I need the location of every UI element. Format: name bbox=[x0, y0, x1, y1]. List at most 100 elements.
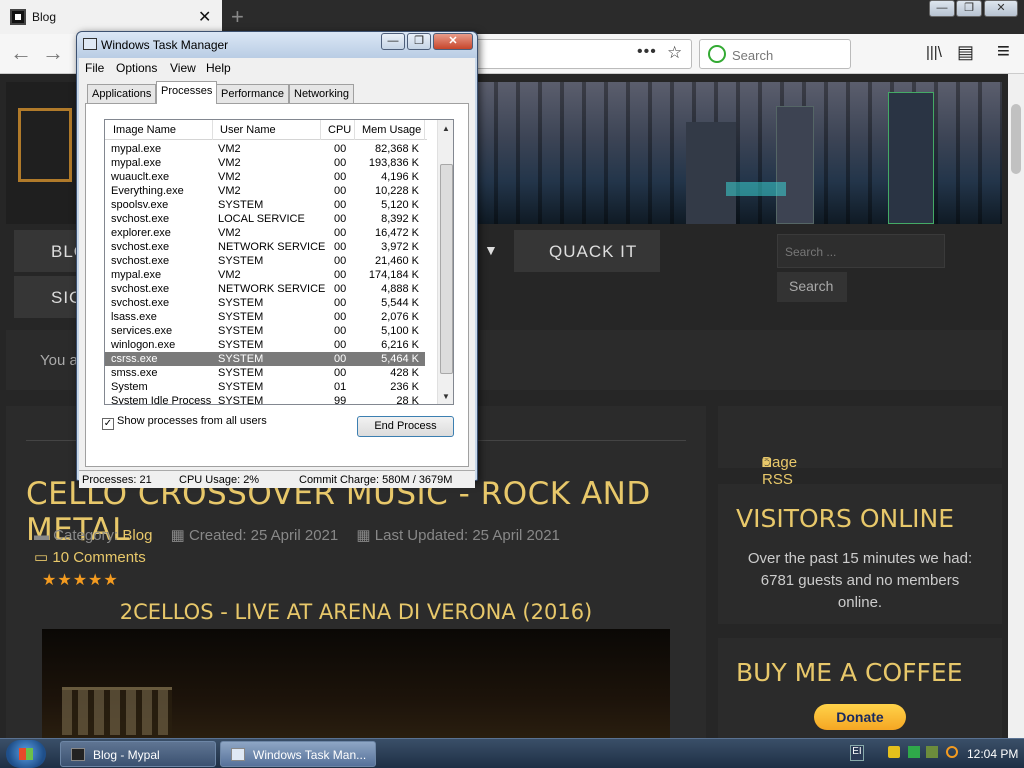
process-row[interactable]: services.exe SYSTEM 00 5,100 K bbox=[105, 324, 425, 338]
process-row[interactable]: Everything.exe VM2 00 10,228 K bbox=[105, 184, 425, 198]
calendar-icon: ▦ bbox=[356, 527, 371, 544]
task-manager-body: File Options View Help Applications Proc… bbox=[79, 58, 475, 488]
show-all-users-checkbox[interactable]: ✓ Show processes from all users bbox=[102, 415, 267, 430]
process-row[interactable]: explorer.exe VM2 00 16,472 K bbox=[105, 226, 425, 240]
process-list[interactable]: Image Name User Name CPU Mem Usage mypal… bbox=[104, 119, 454, 405]
menu-item-blog[interactable]: BLO bbox=[14, 230, 87, 272]
network-icon[interactable] bbox=[926, 746, 938, 758]
shield-icon[interactable] bbox=[888, 746, 900, 758]
process-row[interactable]: spoolsv.exe SYSTEM 00 5,120 K bbox=[105, 198, 425, 212]
process-mem: 236 K bbox=[390, 381, 419, 393]
col-user-name[interactable]: User Name bbox=[213, 120, 321, 140]
end-process-button[interactable]: End Process bbox=[357, 416, 454, 437]
site-search-input[interactable]: Search ... bbox=[777, 234, 945, 268]
process-row[interactable]: svchost.exe NETWORK SERVICE 00 4,888 K bbox=[105, 282, 425, 296]
process-mem: 4,196 K bbox=[381, 171, 419, 183]
taskbar-item-browser[interactable]: Blog - Mypal bbox=[60, 741, 216, 767]
process-mem: 193,836 K bbox=[368, 157, 419, 169]
process-row[interactable]: wuauclt.exe VM2 00 4,196 K bbox=[105, 170, 425, 184]
tab-title: Blog bbox=[32, 10, 57, 24]
rating-stars[interactable]: ★★★★★ bbox=[42, 570, 119, 590]
process-row[interactable]: winlogon.exe SYSTEM 00 6,216 K bbox=[105, 338, 425, 352]
tab-networking[interactable]: Networking bbox=[289, 84, 355, 103]
tm-minimize-button[interactable]: — bbox=[381, 33, 405, 50]
start-button[interactable] bbox=[6, 740, 46, 768]
process-mem: 428 K bbox=[390, 367, 419, 379]
menu-view[interactable]: View bbox=[170, 61, 196, 75]
process-row[interactable]: System Idle Process SYSTEM 99 28 K bbox=[105, 394, 425, 404]
tm-close-button[interactable]: ✕ bbox=[433, 33, 473, 50]
menu-help[interactable]: Help bbox=[206, 61, 231, 75]
library-icon[interactable]: |||\ bbox=[926, 44, 942, 61]
video-title: 2CELLOS - LIVE AT ARENA DI VERONA (2016) bbox=[119, 600, 593, 624]
task-manager-titlebar[interactable]: Windows Task Manager — ❐ ✕ bbox=[77, 32, 477, 58]
search-engine-icon bbox=[708, 45, 726, 63]
taskbar-clock[interactable]: 12:04 PM bbox=[967, 747, 1018, 761]
sidebar-icon[interactable]: ▤ bbox=[957, 42, 974, 63]
scroll-down-icon[interactable]: ▼ bbox=[442, 392, 450, 401]
scrollbar-thumb[interactable] bbox=[1011, 104, 1021, 174]
page-scrollbar[interactable] bbox=[1008, 74, 1024, 738]
language-indicator[interactable]: EI bbox=[850, 745, 864, 761]
category-label: Category: bbox=[53, 527, 119, 544]
process-name: mypal.exe bbox=[111, 143, 162, 155]
comments-link[interactable]: ▭ 10 Comments bbox=[34, 548, 146, 566]
new-tab-button[interactable]: + bbox=[231, 4, 244, 30]
tab-applications[interactable]: Applications bbox=[87, 84, 157, 103]
process-row[interactable]: System SYSTEM 01 236 K bbox=[105, 380, 425, 394]
process-row[interactable]: mypal.exe VM2 00 174,184 K bbox=[105, 268, 425, 282]
process-row[interactable]: svchost.exe SYSTEM 00 5,544 K bbox=[105, 296, 425, 310]
forward-button[interactable]: → bbox=[42, 40, 64, 66]
process-name: svchost.exe bbox=[111, 297, 170, 309]
site-search-button[interactable]: Search bbox=[777, 272, 847, 302]
browser-search-input[interactable]: Search bbox=[699, 39, 851, 69]
checkbox-check-icon[interactable]: ✓ bbox=[102, 418, 114, 430]
category-link[interactable]: Blog bbox=[122, 527, 152, 544]
process-row[interactable]: mypal.exe VM2 00 82,368 K bbox=[105, 142, 425, 156]
app-tray-icon[interactable] bbox=[908, 746, 920, 758]
site-logo[interactable] bbox=[18, 108, 72, 182]
process-row[interactable]: svchost.exe SYSTEM 00 21,460 K bbox=[105, 254, 425, 268]
taskbar-item-task-manager[interactable]: Windows Task Man... bbox=[220, 741, 376, 767]
process-row[interactable]: svchost.exe LOCAL SERVICE 00 8,392 K bbox=[105, 212, 425, 226]
process-row[interactable]: svchost.exe NETWORK SERVICE 00 3,972 K bbox=[105, 240, 425, 254]
back-button[interactable]: ← bbox=[10, 40, 32, 66]
page-actions-icon[interactable]: ••• bbox=[637, 43, 657, 61]
video-player[interactable] bbox=[42, 629, 670, 738]
donate-button[interactable]: Donate bbox=[814, 704, 906, 730]
menu-file[interactable]: File bbox=[85, 61, 104, 75]
minimize-button[interactable]: — bbox=[929, 0, 955, 17]
process-mem: 6,216 K bbox=[381, 339, 419, 351]
hamburger-menu-icon[interactable]: ≡ bbox=[997, 38, 1010, 64]
process-row[interactable]: smss.exe SYSTEM 00 428 K bbox=[105, 366, 425, 380]
search-icon[interactable] bbox=[946, 746, 958, 758]
col-image-name[interactable]: Image Name bbox=[105, 120, 213, 140]
scrollbar-thumb[interactable] bbox=[440, 164, 453, 374]
tab-processes[interactable]: Processes bbox=[156, 81, 218, 104]
process-user: SYSTEM bbox=[218, 353, 264, 365]
menu-item-quack-it[interactable]: QUACK IT bbox=[514, 230, 660, 272]
col-mem-usage[interactable]: Mem Usage bbox=[355, 120, 425, 140]
tab-performance[interactable]: Performance bbox=[216, 84, 289, 103]
tab-close-icon[interactable]: ✕ bbox=[198, 7, 211, 27]
process-mem: 5,120 K bbox=[381, 199, 419, 211]
process-row[interactable]: csrss.exe SYSTEM 00 5,464 K bbox=[105, 352, 425, 366]
task-manager-icon bbox=[231, 748, 245, 761]
bookmark-star-icon[interactable]: ☆ bbox=[667, 43, 682, 63]
process-cpu: 00 bbox=[334, 367, 347, 379]
menu-item-sign[interactable]: SIG bbox=[14, 276, 82, 318]
menu-options[interactable]: Options bbox=[116, 61, 157, 75]
maximize-button[interactable]: ❐ bbox=[956, 0, 982, 17]
dropdown-arrow-icon[interactable]: ▼ bbox=[484, 242, 498, 258]
process-row[interactable]: lsass.exe SYSTEM 00 2,076 K bbox=[105, 310, 425, 324]
col-cpu[interactable]: CPU bbox=[321, 120, 355, 140]
process-list-scrollbar[interactable]: ▲ ▼ bbox=[437, 120, 453, 404]
close-window-button[interactable]: ✕ bbox=[984, 0, 1018, 17]
scroll-up-icon[interactable]: ▲ bbox=[442, 124, 450, 133]
process-row[interactable]: mypal.exe VM2 00 193,836 K bbox=[105, 156, 425, 170]
tab-blog[interactable]: Blog ✕ bbox=[0, 0, 222, 34]
tm-maximize-button[interactable]: ❐ bbox=[407, 33, 431, 50]
url-bar[interactable]: ••• ☆ bbox=[470, 39, 692, 69]
process-user: VM2 bbox=[218, 143, 241, 155]
process-cpu: 00 bbox=[334, 255, 347, 267]
